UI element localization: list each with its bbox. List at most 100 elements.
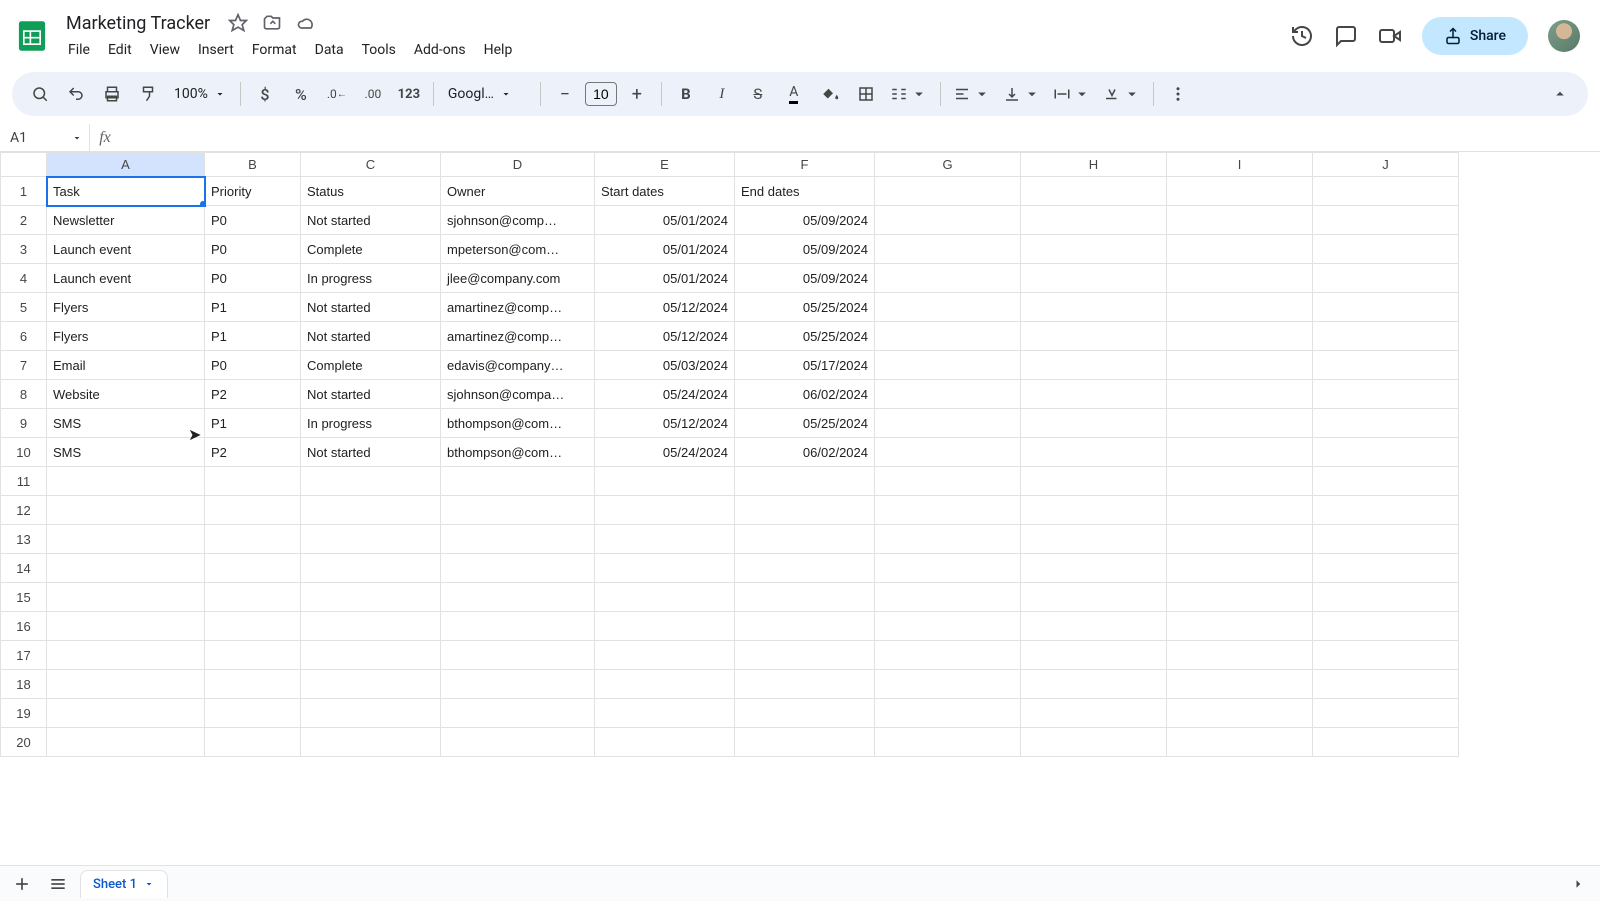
- font-size-input[interactable]: [585, 82, 617, 106]
- col-header-I[interactable]: I: [1167, 153, 1313, 177]
- cell-F8[interactable]: 06/02/2024: [735, 380, 875, 409]
- cell-F15[interactable]: [735, 583, 875, 612]
- cell-E3[interactable]: 05/01/2024: [595, 235, 735, 264]
- cell-H8[interactable]: [1021, 380, 1167, 409]
- cloud-status-icon[interactable]: [296, 13, 316, 33]
- row-header-20[interactable]: 20: [1, 728, 47, 757]
- cell-C6[interactable]: Not started: [301, 322, 441, 351]
- menu-edit[interactable]: Edit: [100, 38, 140, 62]
- all-sheets-button[interactable]: [44, 870, 72, 898]
- cell-B1[interactable]: Priority: [205, 177, 301, 206]
- cell-I8[interactable]: [1167, 380, 1313, 409]
- cell-E7[interactable]: 05/03/2024: [595, 351, 735, 380]
- row-header-12[interactable]: 12: [1, 496, 47, 525]
- row-header-4[interactable]: 4: [1, 264, 47, 293]
- cell-F17[interactable]: [735, 641, 875, 670]
- cell-C12[interactable]: [301, 496, 441, 525]
- cell-I16[interactable]: [1167, 612, 1313, 641]
- menu-file[interactable]: File: [60, 38, 98, 62]
- cell-B17[interactable]: [205, 641, 301, 670]
- cell-A18[interactable]: [47, 670, 205, 699]
- col-header-B[interactable]: B: [205, 153, 301, 177]
- cell-D20[interactable]: [441, 728, 595, 757]
- cell-A17[interactable]: [47, 641, 205, 670]
- cell-B3[interactable]: P0: [205, 235, 301, 264]
- spreadsheet-grid[interactable]: ABCDEFGHIJ1TaskPriorityStatusOwnerStart …: [0, 152, 1600, 865]
- more-toolbar-button[interactable]: [1162, 78, 1194, 110]
- cell-J12[interactable]: [1313, 496, 1459, 525]
- row-header-14[interactable]: 14: [1, 554, 47, 583]
- row-header-9[interactable]: 9: [1, 409, 47, 438]
- cell-B6[interactable]: P1: [205, 322, 301, 351]
- cell-J3[interactable]: [1313, 235, 1459, 264]
- cell-A3[interactable]: Launch event: [47, 235, 205, 264]
- bold-button[interactable]: B: [670, 78, 702, 110]
- cell-E15[interactable]: [595, 583, 735, 612]
- cell-E6[interactable]: 05/12/2024: [595, 322, 735, 351]
- cell-C10[interactable]: Not started: [301, 438, 441, 467]
- more-formats-button[interactable]: 123: [393, 78, 425, 110]
- cell-E13[interactable]: [595, 525, 735, 554]
- cell-B8[interactable]: P2: [205, 380, 301, 409]
- cell-F13[interactable]: [735, 525, 875, 554]
- cell-F16[interactable]: [735, 612, 875, 641]
- cell-J18[interactable]: [1313, 670, 1459, 699]
- decrease-decimal-button[interactable]: .0←: [321, 78, 353, 110]
- cell-C18[interactable]: [301, 670, 441, 699]
- cell-G20[interactable]: [875, 728, 1021, 757]
- cell-C20[interactable]: [301, 728, 441, 757]
- italic-button[interactable]: I: [706, 78, 738, 110]
- cell-J1[interactable]: [1313, 177, 1459, 206]
- cell-F11[interactable]: [735, 467, 875, 496]
- cell-G3[interactable]: [875, 235, 1021, 264]
- cell-I13[interactable]: [1167, 525, 1313, 554]
- menu-help[interactable]: Help: [476, 38, 521, 62]
- comments-icon[interactable]: [1334, 24, 1358, 48]
- cell-D14[interactable]: [441, 554, 595, 583]
- cell-D5[interactable]: amartinez@comp…: [441, 293, 595, 322]
- cell-A8[interactable]: Website: [47, 380, 205, 409]
- cell-D11[interactable]: [441, 467, 595, 496]
- text-wrap-button[interactable]: [1049, 78, 1095, 110]
- col-header-A[interactable]: A: [47, 153, 205, 177]
- row-header-10[interactable]: 10: [1, 438, 47, 467]
- cell-C13[interactable]: [301, 525, 441, 554]
- cell-I11[interactable]: [1167, 467, 1313, 496]
- cell-H14[interactable]: [1021, 554, 1167, 583]
- cell-E12[interactable]: [595, 496, 735, 525]
- cell-D10[interactable]: bthompson@com…: [441, 438, 595, 467]
- cell-D6[interactable]: amartinez@comp…: [441, 322, 595, 351]
- row-header-19[interactable]: 19: [1, 699, 47, 728]
- sheets-logo[interactable]: [12, 16, 52, 56]
- cell-B7[interactable]: P0: [205, 351, 301, 380]
- percent-button[interactable]: %: [285, 78, 317, 110]
- cell-J20[interactable]: [1313, 728, 1459, 757]
- cell-B10[interactable]: P2: [205, 438, 301, 467]
- font-select[interactable]: Googl…: [442, 86, 532, 102]
- cell-C15[interactable]: [301, 583, 441, 612]
- cell-H11[interactable]: [1021, 467, 1167, 496]
- add-sheet-button[interactable]: [8, 870, 36, 898]
- cell-A19[interactable]: [47, 699, 205, 728]
- row-header-1[interactable]: 1: [1, 177, 47, 206]
- col-header-D[interactable]: D: [441, 153, 595, 177]
- cell-B20[interactable]: [205, 728, 301, 757]
- cell-G8[interactable]: [875, 380, 1021, 409]
- cell-G10[interactable]: [875, 438, 1021, 467]
- share-button[interactable]: Share: [1422, 17, 1528, 55]
- cell-H12[interactable]: [1021, 496, 1167, 525]
- fill-color-button[interactable]: [814, 78, 846, 110]
- cell-J9[interactable]: [1313, 409, 1459, 438]
- cell-B5[interactable]: P1: [205, 293, 301, 322]
- cell-E10[interactable]: 05/24/2024: [595, 438, 735, 467]
- cell-I19[interactable]: [1167, 699, 1313, 728]
- cell-D19[interactable]: [441, 699, 595, 728]
- cell-E17[interactable]: [595, 641, 735, 670]
- col-header-F[interactable]: F: [735, 153, 875, 177]
- cell-G18[interactable]: [875, 670, 1021, 699]
- cell-J11[interactable]: [1313, 467, 1459, 496]
- cell-F2[interactable]: 05/09/2024: [735, 206, 875, 235]
- cell-F1[interactable]: End dates: [735, 177, 875, 206]
- cell-I20[interactable]: [1167, 728, 1313, 757]
- print-button[interactable]: [96, 78, 128, 110]
